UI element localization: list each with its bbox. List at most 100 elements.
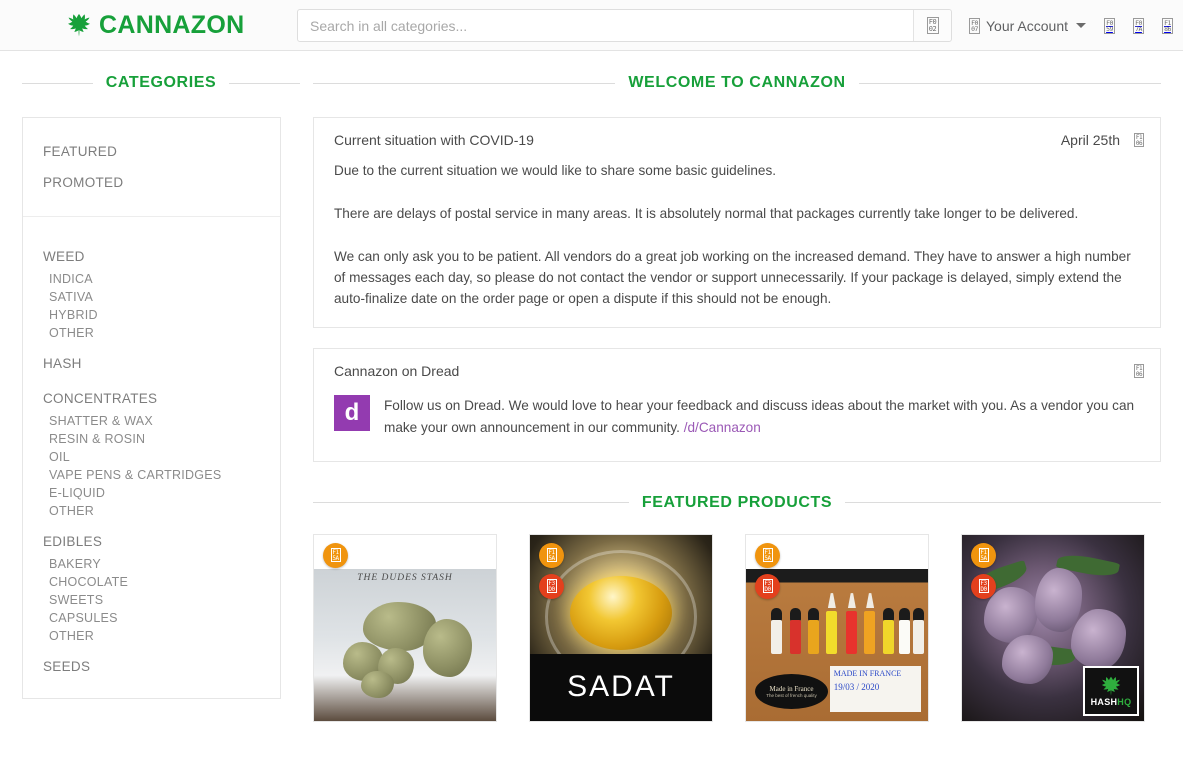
dread-title: Cannazon on Dread — [334, 363, 460, 380]
chevron-up-icon[interactable]: F1 06 — [1134, 133, 1144, 147]
product-card[interactable]: F1 5A THE DUDES STASH — [313, 533, 497, 722]
category-group-seeds: SEEDS — [23, 645, 280, 680]
account-menu[interactable]: F0 07 Your Account — [969, 17, 1086, 34]
featured-badge[interactable]: F1 5A — [755, 542, 780, 568]
dread-body: d Follow us on Dread. We would love to h… — [314, 391, 1160, 461]
sidebar-item-vape-pens-cartridges[interactable]: VAPE PENS & CARTRIDGES — [23, 466, 280, 484]
categories-heading-label: CATEGORIES — [105, 74, 217, 91]
featured-badge[interactable]: F1 5A — [971, 542, 996, 568]
featured-products-heading-label: FEATURED PRODUCTS — [641, 493, 833, 511]
product-card[interactable]: F1 5A F3 D0 — [961, 533, 1145, 722]
dread-link[interactable]: /d/Cannazon — [684, 420, 761, 435]
product-card[interactable]: F1 5A F3 D0 — [745, 533, 929, 722]
announcement-paragraph: We can only ask you to be patient. All v… — [334, 249, 1131, 307]
sidebar-item-oil[interactable]: OIL — [23, 448, 280, 466]
category-group-edibles: EDIBLES BAKERY CHOCOLATE SWEETS CAPSULES… — [23, 520, 280, 645]
announcement-paragraph: There are delays of postal service in ma… — [334, 206, 1079, 222]
dread-panel: Cannazon on Dread F1 06 d Follow us on Dr… — [313, 348, 1161, 462]
category-group-weed: WEED INDICA SATIVA HYBRID OTHER — [23, 235, 280, 342]
featured-products-heading: FEATURED PRODUCTS — [313, 493, 1162, 512]
dread-logo: d — [334, 395, 370, 432]
product-badges: F1 5A F3 D0 — [539, 542, 564, 599]
sidebar-item-weed-other[interactable]: OTHER — [23, 324, 280, 342]
cannabis-leaf-icon — [66, 11, 92, 39]
featured-badge[interactable]: F1 5A — [539, 542, 564, 568]
brand-name: CANNAZON — [99, 10, 245, 39]
dread-header: Cannazon on Dread F1 06 — [314, 349, 1160, 391]
sidebar-item-resin-rosin[interactable]: RESIN & ROSIN — [23, 430, 280, 448]
chevron-up-icon[interactable]: F1 06 — [1134, 364, 1144, 379]
sidebar-item-indica[interactable]: INDICA — [23, 270, 280, 288]
sidebar-item-concentrates-other[interactable]: OTHER — [23, 502, 280, 520]
announcement-body: Due to the current situation we would li… — [314, 160, 1160, 327]
sidebar-item-bakery[interactable]: BAKERY — [23, 555, 280, 573]
rule-right — [229, 82, 301, 84]
categories-groups-block: WEED INDICA SATIVA HYBRID OTHER HASH CON… — [23, 217, 280, 698]
rule-left — [22, 82, 93, 84]
product-badges: F1 5A — [323, 542, 348, 568]
search-button[interactable]: F0 02 — [913, 10, 951, 41]
search-input[interactable] — [298, 10, 913, 41]
categories-top-block: FEATURED PROMOTED — [23, 118, 280, 217]
sidebar-item-promoted[interactable]: PROMOTED — [23, 167, 280, 198]
brand-logo[interactable]: CANNAZON — [66, 11, 244, 39]
product-badges: F1 5A F3 D0 — [755, 542, 780, 599]
announcement-title: Current situation with COVID-19 — [334, 132, 534, 148]
product-image-oval-label: Made in France The best of french qualit… — [755, 673, 828, 709]
main-content: WELCOME TO CANNAZON Current situation wi… — [300, 51, 1183, 772]
site-header: CANNAZON F002 F007 Your Account F059 F07… — [0, 0, 1183, 51]
product-artwork: THE DUDES STASH — [314, 568, 496, 721]
rule-left — [313, 502, 629, 504]
sidebar-item-capsules[interactable]: CAPSULES — [23, 609, 280, 627]
help-icon[interactable]: F0 59 — [1104, 17, 1115, 34]
sidebar-item-hybrid[interactable]: HYBRID — [23, 306, 280, 324]
product-image: THE DUDES STASH — [314, 568, 496, 721]
categories-panel: FEATURED PROMOTED WEED INDICA SATIVA HYB… — [22, 117, 281, 699]
welcome-heading-label: WELCOME TO CANNAZON — [628, 74, 846, 91]
product-image-caption: THE DUDES STASH — [357, 572, 453, 583]
dread-text: Follow us on Dread. We would love to hea… — [384, 395, 1140, 439]
featured-badge[interactable]: F1 5A — [323, 542, 348, 568]
sidebar-item-e-liquid[interactable]: E-LIQUID — [23, 484, 280, 502]
cannabis-leaf-icon — [1101, 676, 1121, 696]
featured-products-grid: F1 5A THE DUDES STASH F1 5A F3 D0 SADAT … — [313, 533, 1161, 722]
sidebar-item-edibles-other[interactable]: OTHER — [23, 627, 280, 645]
shopping-cart-icon[interactable]: F0 7A — [1133, 17, 1144, 34]
sidebar-item-weed[interactable]: WEED — [23, 241, 280, 270]
sidebar-item-sweets[interactable]: SWEETS — [23, 591, 280, 609]
product-image-sign: MADE IN FRANCE 19/03 / 2020 — [829, 666, 921, 712]
sidebar-item-concentrates[interactable]: CONCENTRATES — [23, 383, 280, 412]
rule-right — [845, 502, 1162, 504]
sidebar-item-seeds[interactable]: SEEDS — [23, 651, 280, 680]
welcome-heading: WELCOME TO CANNAZON — [313, 74, 1162, 92]
rule-right — [858, 82, 1162, 84]
sidebar-item-shatter-wax[interactable]: SHATTER & WAX — [23, 412, 280, 430]
product-image-caption: SADAT — [567, 670, 675, 704]
product-image-logo: HASHHQ — [1083, 665, 1139, 716]
sidebar-item-edibles[interactable]: EDIBLES — [23, 526, 280, 555]
chevron-down-icon — [1076, 23, 1086, 28]
product-badges: F1 5A F3 D0 — [971, 542, 996, 599]
promoted-badge[interactable]: F3 D0 — [755, 573, 780, 599]
announcement-paragraph: Due to the current situation we would li… — [334, 163, 777, 178]
account-menu-label: Your Account — [986, 17, 1068, 34]
sidebar-item-sativa[interactable]: SATIVA — [23, 288, 280, 306]
sidebar-item-chocolate[interactable]: CHOCOLATE — [23, 573, 280, 591]
announcement-panel: Current situation with COVID-19 April 25… — [313, 117, 1161, 329]
sidebar-item-hash[interactable]: HASH — [23, 348, 280, 377]
night-mode-icon[interactable]: F1 86 — [1162, 17, 1173, 34]
category-group-concentrates: CONCENTRATES SHATTER & WAX RESIN & ROSIN… — [23, 377, 280, 520]
product-card[interactable]: F1 5A F3 D0 SADAT — [529, 533, 713, 722]
page-body: CATEGORIES FEATURED PROMOTED WEED INDICA… — [0, 51, 1183, 772]
promoted-badge[interactable]: F3 D0 — [971, 573, 996, 599]
search-bar: F002 — [297, 9, 952, 42]
sidebar-item-featured[interactable]: FEATURED — [23, 136, 280, 167]
promoted-badge[interactable]: F3 D0 — [539, 573, 564, 599]
search-icon: F0 02 — [926, 17, 939, 34]
category-group-hash: HASH — [23, 342, 280, 377]
announcement-date: April 25th — [1060, 132, 1120, 148]
sidebar: CATEGORIES FEATURED PROMOTED WEED INDICA… — [0, 51, 301, 772]
rule-left — [313, 82, 616, 84]
categories-heading: CATEGORIES — [22, 74, 301, 92]
header-actions: F0 07 Your Account F0 59 F0 7A F1 86 — [969, 0, 1173, 51]
